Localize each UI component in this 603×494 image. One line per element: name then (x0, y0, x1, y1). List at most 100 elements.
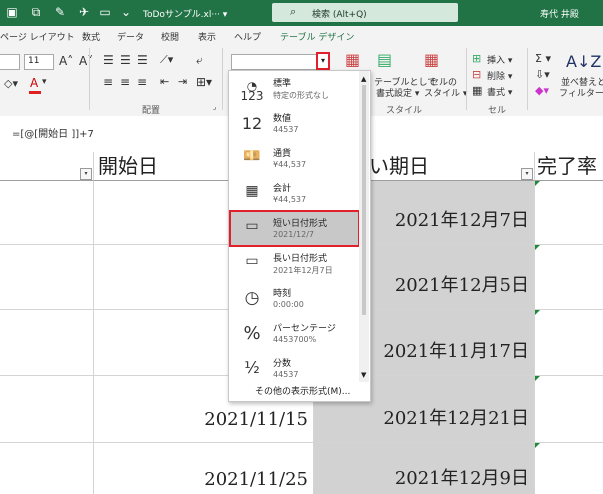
delete-icon[interactable]: ⊟ (472, 68, 481, 81)
scroll-up-icon[interactable]: ▲ (361, 75, 366, 83)
format-label[interactable]: 書式 ▾ (487, 85, 512, 98)
scroll-thumb[interactable] (362, 85, 366, 315)
table-format-icon[interactable]: ▤ (377, 50, 392, 69)
document-title[interactable]: ToDoサンプル.xl··· ▾ (143, 7, 227, 20)
pages-icon[interactable]: ⧉ (28, 4, 44, 20)
number-format-dropdown-button[interactable]: ▾ (316, 52, 330, 70)
header-cell-blank[interactable]: ▾ (0, 152, 94, 181)
cell-style-label-2[interactable]: スタイル ▾ (424, 86, 467, 99)
alignment-launcher-icon[interactable]: ⌟ (213, 103, 216, 111)
filter-dropdown-icon[interactable]: ▾ (80, 168, 92, 180)
dropdown-scrollbar[interactable]: ▲ ▼ (359, 71, 369, 382)
merge-center-icon[interactable]: ⊞▾ (196, 75, 212, 89)
format-number[interactable]: 12 数値 44537 (230, 106, 358, 140)
number-12-icon: 12 (241, 114, 263, 133)
error-indicator-icon (535, 310, 540, 315)
tab-table-design[interactable]: テーブル デザイン (280, 30, 354, 43)
tab-review[interactable]: 校閲 (161, 30, 179, 43)
tab-help[interactable]: ヘルプ (234, 30, 261, 43)
font-color-dropdown-icon[interactable]: ▾ (42, 77, 47, 87)
save-icon[interactable]: ▣ (4, 4, 20, 20)
table-cell[interactable] (0, 245, 94, 309)
font-color-bar (29, 91, 41, 94)
highlight-frame (229, 210, 360, 247)
currency-icon: 💴 (243, 148, 261, 164)
align-left-icon[interactable]: ≡ (103, 75, 113, 89)
header-cell-completion[interactable]: 完了率 (535, 152, 603, 181)
header-label: 完了率 (537, 154, 597, 178)
sort-filter-label-2[interactable]: フィルター ▾ (559, 86, 603, 99)
format-percentage[interactable]: % パーセンテージ 4453700% (230, 316, 358, 350)
group-label-cells: セル (488, 106, 507, 116)
grow-font-icon[interactable]: A˄ (59, 54, 73, 68)
table-cell-completion[interactable] (535, 443, 603, 494)
group-label-alignment: 配置 (142, 106, 161, 116)
fill-icon[interactable]: ⇩▾ (535, 68, 550, 81)
increase-indent-icon[interactable]: ⇥ (178, 75, 187, 88)
align-right-icon[interactable]: ≡ (137, 75, 147, 89)
align-center-icon[interactable]: ≡ (120, 75, 130, 89)
formula-text[interactable]: =[@[開始日 ]]+7 (12, 125, 94, 140)
table-cell-completion[interactable] (535, 181, 603, 244)
format-name: 標準 (273, 79, 292, 89)
table-format-label-2[interactable]: 書式設定 ▾ (376, 86, 419, 99)
user-name[interactable]: 寿代 井殿 (540, 7, 579, 20)
long-date-icon: ▭ (245, 253, 259, 269)
group-separator (222, 48, 223, 110)
cell-style-icon[interactable]: ▦ (424, 50, 439, 69)
wrap-text-icon[interactable]: ⤶ (196, 53, 203, 68)
table-cell-due[interactable]: 2021年12月9日 (314, 443, 535, 494)
brush-icon[interactable]: ✎ (52, 4, 68, 20)
number-format-combo[interactable] (231, 54, 319, 70)
filter-dropdown-icon[interactable]: ▾ (521, 168, 533, 180)
tab-data[interactable]: データ (117, 30, 144, 43)
conditional-format-icon[interactable]: ▦ (345, 50, 360, 69)
pin-icon[interactable]: ✈ (76, 4, 92, 20)
format-accounting[interactable]: ▦ 会計 ¥44,537 (230, 176, 358, 210)
align-bottom-icon[interactable]: ☰ (137, 53, 148, 67)
format-fraction[interactable]: ½ 分数 44537 (230, 351, 358, 385)
delete-label[interactable]: 削除 ▾ (487, 69, 512, 82)
font-name-field[interactable] (0, 54, 20, 70)
tab-view[interactable]: 表示 (198, 30, 216, 43)
cell-value: 2021/11/15 (204, 409, 308, 430)
insert-label[interactable]: 挿入 ▾ (487, 53, 512, 66)
table-cell[interactable] (0, 310, 94, 375)
font-color-icon[interactable]: A (30, 76, 38, 90)
format-long-date[interactable]: ▭ 長い日付形式 2021年12月7日 (230, 246, 358, 280)
clear-icon[interactable]: ◆▾ (535, 84, 549, 97)
fill-color-icon[interactable]: ◇▾ (4, 77, 18, 90)
search-box[interactable]: ⌕ 検索 (Alt+Q) (272, 3, 458, 22)
align-middle-icon[interactable]: ☰ (120, 53, 131, 67)
tab-page-layout[interactable]: ページ レイアウト (0, 30, 75, 43)
insert-icon[interactable]: ⊞ (472, 52, 481, 65)
table-cell[interactable] (0, 181, 94, 244)
format-name: 分数 (273, 359, 292, 369)
folder-icon[interactable]: ▭ (97, 4, 113, 20)
autosum-label[interactable]: Σ ▾ (535, 52, 551, 65)
table-cell[interactable] (0, 376, 94, 442)
table-cell-completion[interactable] (535, 310, 603, 375)
orientation-icon[interactable]: ⟋▾ (160, 53, 173, 67)
more-number-formats[interactable]: その他の表示形式(M)... (255, 384, 350, 397)
format-general[interactable]: ◔ 123 標準 特定の形式なし (230, 71, 358, 105)
customize-qa-icon[interactable]: ⌄ (118, 4, 134, 20)
shrink-font-icon[interactable]: A˅ (79, 54, 93, 68)
table-cell-completion[interactable] (535, 376, 603, 442)
search-icon: ⌕ (290, 5, 297, 18)
decrease-indent-icon[interactable]: ⇤ (160, 75, 169, 88)
clock-icon: ◷ (244, 288, 260, 308)
table-cell-completion[interactable] (535, 245, 603, 309)
error-indicator-icon (535, 376, 540, 381)
table-cell-start[interactable]: 2021/11/25 (94, 443, 314, 494)
font-size-field[interactable]: 11 (24, 54, 54, 70)
align-top-icon[interactable]: ☰ (103, 53, 114, 67)
scroll-down-icon[interactable]: ▼ (361, 371, 366, 379)
tab-formulas[interactable]: 数式 (82, 30, 100, 43)
format-currency[interactable]: 💴 通貨 ¥44,537 (230, 141, 358, 175)
error-indicator-icon (535, 443, 540, 448)
format-time[interactable]: ◷ 時刻 0:00:00 (230, 281, 358, 315)
format-icon[interactable]: ▦ (472, 84, 482, 97)
table-cell[interactable] (0, 443, 94, 494)
sort-filter-icon[interactable]: A↓Z (566, 52, 601, 71)
